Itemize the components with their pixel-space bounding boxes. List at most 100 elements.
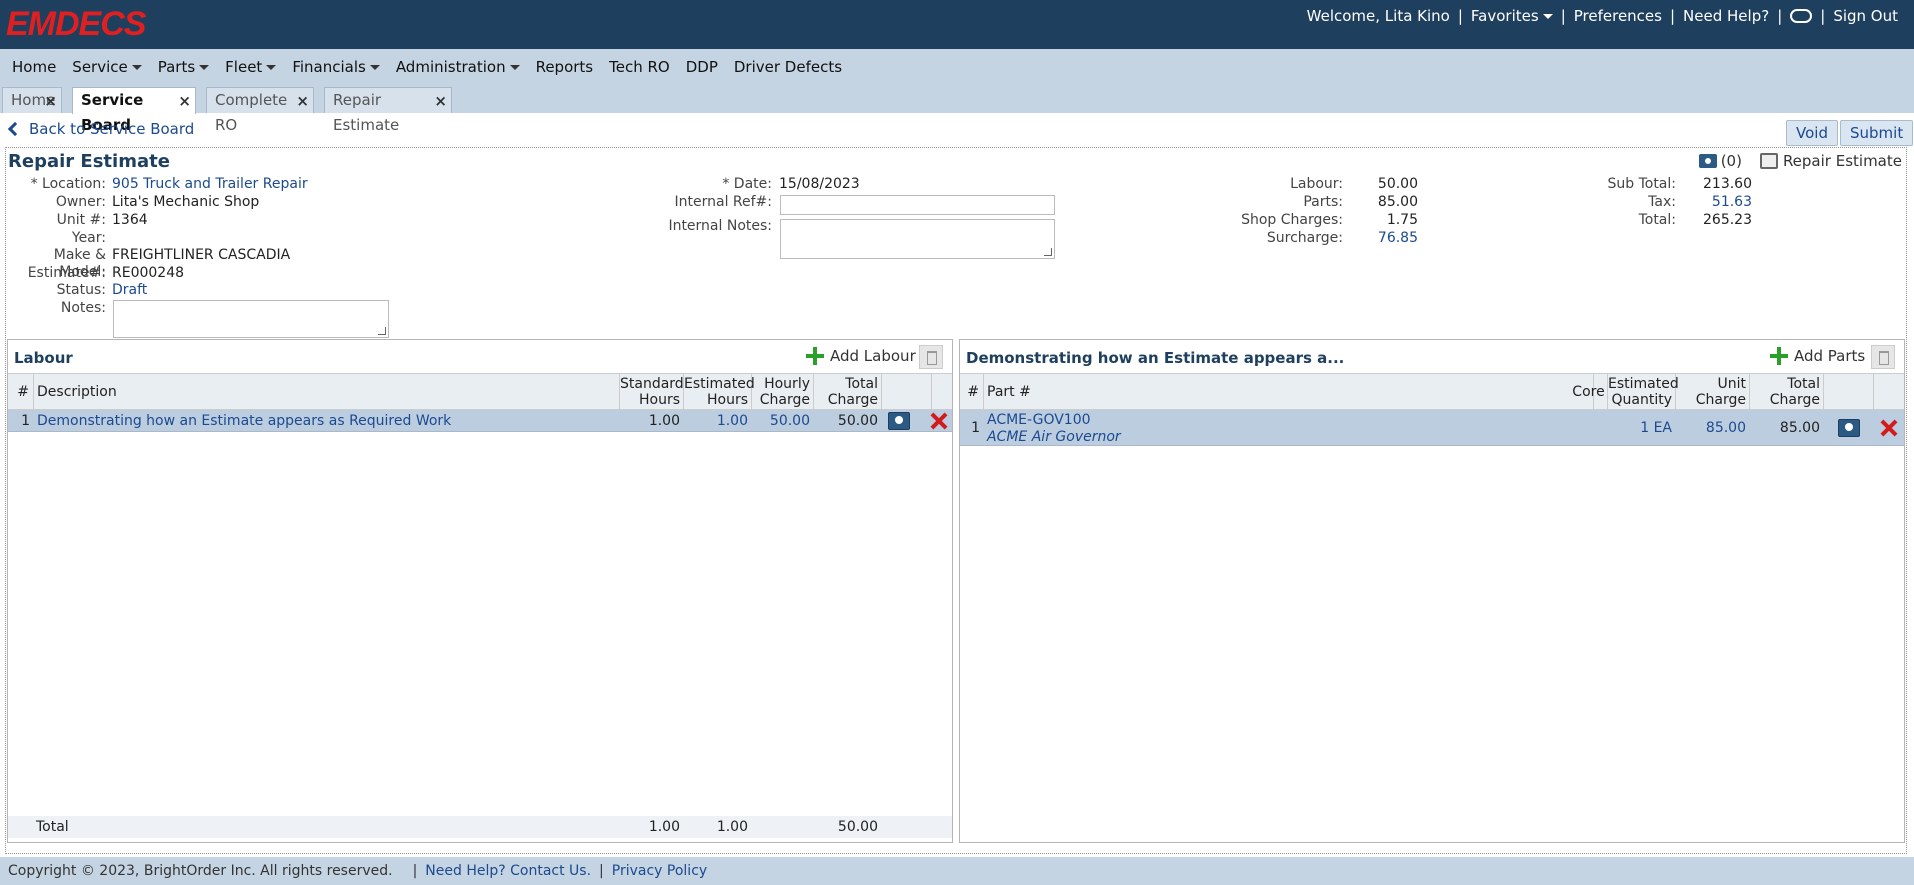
col-estimated-hours[interactable]: Estimated Hours: [684, 374, 755, 410]
tab-home[interactable]: Home ×: [2, 87, 62, 113]
sign-out-link[interactable]: Sign Out: [1825, 7, 1906, 25]
row-part-number[interactable]: ACME-GOV100: [987, 412, 1091, 428]
close-icon[interactable]: ×: [44, 94, 57, 109]
status-label: Status:: [56, 282, 106, 298]
col-part-number[interactable]: Part #: [984, 374, 1594, 410]
footer-estimated-hours: 1.00: [716, 819, 748, 835]
col-standard-hours[interactable]: Standard Hours: [620, 374, 684, 410]
labour-panel: Labour Add Labour # Description Standard…: [7, 339, 953, 843]
camera-icon[interactable]: [1838, 419, 1860, 437]
separator: |: [1777, 7, 1783, 25]
trash-icon[interactable]: [919, 345, 943, 369]
menu-financials[interactable]: Financials: [284, 58, 388, 76]
col-total-charge[interactable]: Total Charge: [814, 374, 882, 410]
grand-total-label: Total:: [1638, 212, 1676, 228]
privacy-policy-link[interactable]: Privacy Policy: [612, 863, 707, 879]
menu-reports[interactable]: Reports: [528, 58, 602, 76]
location-value[interactable]: 905 Truck and Trailer Repair: [112, 176, 308, 193]
row-estimated-hours[interactable]: 1.00: [684, 413, 748, 429]
close-icon[interactable]: ×: [434, 94, 447, 109]
subtotal-value: 213.60: [1703, 176, 1752, 192]
col-core[interactable]: Core: [1570, 374, 1608, 410]
camera-icon[interactable]: [888, 412, 910, 430]
need-help-link[interactable]: Need Help?: [1675, 7, 1777, 25]
menu-driver-defects[interactable]: Driver Defects: [726, 58, 850, 76]
delete-icon[interactable]: [1881, 420, 1897, 436]
menu-parts[interactable]: Parts: [150, 58, 217, 76]
make-model-value: FREIGHTLINER CASCADIA: [112, 247, 291, 263]
resize-handle-icon[interactable]: [1044, 248, 1052, 256]
owner-value: Lita's Mechanic Shop: [112, 194, 260, 210]
separator: |: [599, 863, 604, 879]
col-total-charge[interactable]: Total Charge: [1750, 374, 1824, 410]
surcharge-value[interactable]: 76.85: [1360, 230, 1418, 247]
void-button[interactable]: Void: [1786, 120, 1838, 146]
estimate-number-label: Estimate#:: [27, 265, 106, 281]
add-labour-button[interactable]: Add Labour: [806, 347, 916, 365]
row-description[interactable]: Demonstrating how an Estimate appears as…: [37, 413, 617, 429]
emdecs-logo[interactable]: EMDECS: [6, 6, 146, 42]
add-labour-label: Add Labour: [830, 347, 916, 365]
tab-repair-estimate[interactable]: Repair Estimate ×: [324, 87, 452, 134]
main-menu: Home Service Parts Fleet Financials Admi…: [0, 49, 1914, 85]
table-row[interactable]: 1 Demonstrating how an Estimate appears …: [8, 410, 952, 432]
col-hourly-charge[interactable]: Hourly Charge: [752, 374, 814, 410]
attachment-count[interactable]: (0): [1721, 152, 1742, 170]
submit-button[interactable]: Submit: [1840, 120, 1914, 146]
col-unit-charge[interactable]: Unit Charge: [1676, 374, 1750, 410]
close-icon[interactable]: ×: [178, 94, 191, 109]
menu-administration-label: Administration: [395, 58, 506, 76]
menu-tech-ro[interactable]: Tech RO: [601, 58, 678, 76]
preferences-link[interactable]: Preferences: [1566, 7, 1670, 25]
col-estimated-quantity[interactable]: Estimated Quantity: [1608, 374, 1679, 410]
menu-fleet[interactable]: Fleet: [217, 58, 284, 76]
tax-label: Tax:: [1648, 194, 1676, 210]
trash-icon[interactable]: [1871, 345, 1895, 369]
tab-label: Repair Estimate: [333, 91, 400, 134]
date-value[interactable]: 15/08/2023: [779, 176, 860, 193]
labour-total-value: 50.00: [1377, 176, 1418, 192]
back-to-service-board-link[interactable]: Back to Service Board: [7, 120, 194, 138]
row-hourly-charge[interactable]: 50.00: [752, 413, 810, 429]
unit-label: Unit #:: [56, 212, 106, 228]
contact-us-link[interactable]: Need Help? Contact Us.: [425, 863, 591, 879]
row-estimated-quantity[interactable]: 1 EA: [1608, 420, 1672, 436]
resize-handle-icon[interactable]: [378, 327, 386, 335]
favorites-menu[interactable]: Favorites: [1463, 7, 1561, 25]
menu-ddp[interactable]: DDP: [678, 58, 726, 76]
labour-total-label: Labour:: [1290, 176, 1343, 192]
tab-strip: Home × Service Board × Complete RO × Repair…: [0, 85, 1914, 134]
print-estimate-link[interactable]: Repair Estimate: [1783, 152, 1902, 170]
row-unit-charge[interactable]: 85.00: [1676, 420, 1746, 436]
owner-label: Owner:: [55, 194, 106, 210]
add-parts-button[interactable]: Add Parts: [1770, 347, 1865, 365]
notes-textarea[interactable]: [113, 300, 389, 338]
shop-charges-value: 1.75: [1386, 212, 1418, 228]
tab-complete-ro[interactable]: Complete RO ×: [206, 87, 314, 134]
row-standard-hours: 1.00: [648, 413, 680, 429]
row-total-charge: 50.00: [837, 413, 878, 429]
menu-service[interactable]: Service: [64, 58, 149, 76]
camera-icon[interactable]: [1698, 154, 1717, 168]
printer-icon[interactable]: [1759, 153, 1778, 169]
delete-icon[interactable]: [931, 413, 947, 429]
menu-home[interactable]: Home: [4, 58, 64, 76]
chat-icon[interactable]: [1790, 9, 1813, 23]
tab-service-board[interactable]: Service Board ×: [72, 87, 196, 134]
internal-ref-input[interactable]: [780, 195, 1055, 215]
col-attach: [882, 374, 932, 410]
tax-value[interactable]: 51.63: [1690, 194, 1752, 211]
grand-total-value: 265.23: [1703, 212, 1752, 228]
row-part-description: ACME Air Governor: [987, 429, 1121, 445]
table-row[interactable]: 1 ACME-GOV100 ACME Air Governor 1 EA 85.…: [960, 410, 1904, 446]
menu-administration[interactable]: Administration: [388, 58, 528, 76]
notes-label: Notes:: [60, 300, 106, 316]
close-icon[interactable]: ×: [296, 94, 309, 109]
page-footer: Copyright © 2023, BrightOrder Inc. All r…: [0, 857, 1914, 885]
col-description[interactable]: Description: [34, 374, 620, 410]
labour-panel-title: Labour: [14, 349, 73, 367]
parts-table-header: # Part # Core Estimated Quantity Unit Ch…: [960, 373, 1904, 410]
internal-notes-textarea[interactable]: [780, 219, 1055, 259]
chevron-down-icon: [1542, 14, 1553, 19]
chevron-down-icon: [509, 64, 520, 70]
